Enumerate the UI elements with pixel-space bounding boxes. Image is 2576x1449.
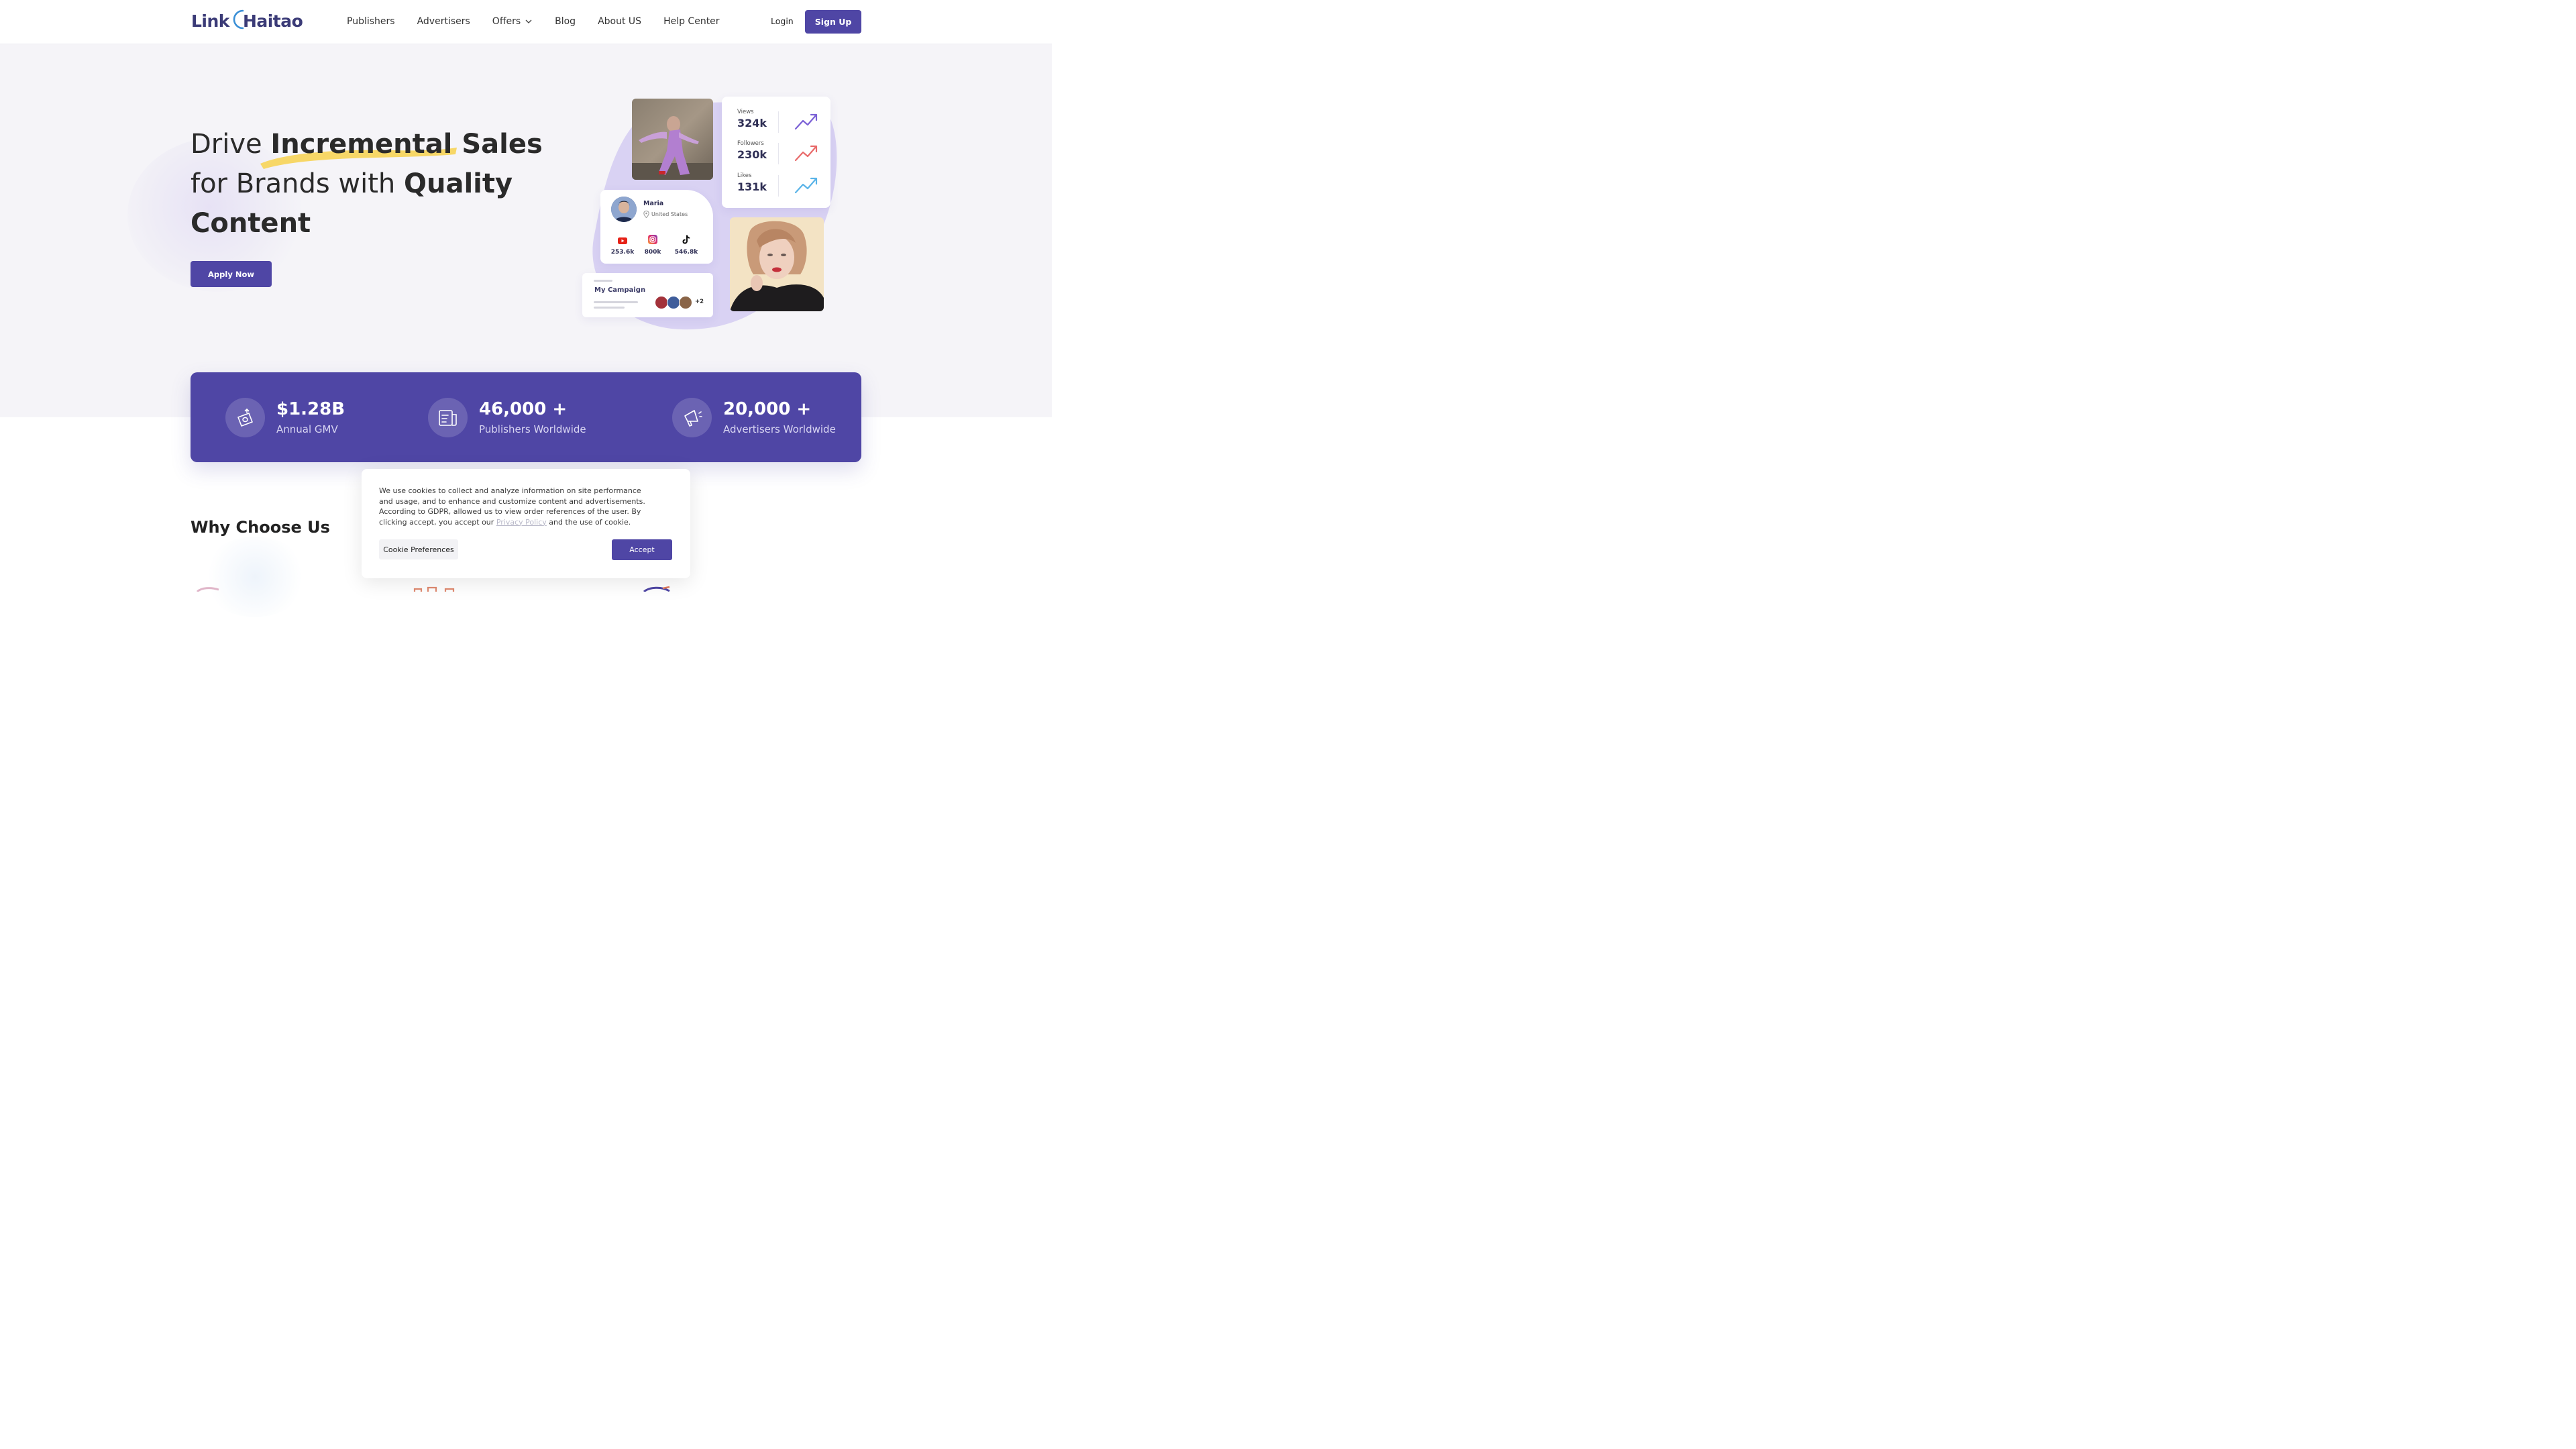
campaign-card: My Campaign +2 [582, 273, 713, 317]
avatar [655, 296, 668, 309]
instagram-stat: 800k [639, 234, 666, 256]
avatar [611, 197, 637, 222]
profile-location: United States [643, 211, 688, 218]
campaign-title: My Campaign [594, 286, 646, 294]
stat-likes: Likes 131k [737, 172, 824, 199]
cookie-consent-dialog: We use cookies to collect and analyze in… [362, 469, 690, 578]
nav-offers[interactable]: Offers [492, 13, 533, 30]
logo-text-haitao: Haitao [242, 11, 303, 31]
apply-now-button[interactable]: Apply Now [191, 261, 272, 287]
profile-name: Maria [643, 200, 664, 207]
login-link[interactable]: Login [771, 16, 794, 26]
nav-about[interactable]: About US [598, 13, 641, 30]
accept-cookies-button[interactable]: Accept [612, 539, 672, 560]
trend-up-icon [794, 113, 818, 130]
location-pin-icon [643, 211, 649, 218]
nav-blog[interactable]: Blog [555, 13, 576, 30]
publisher-icon [428, 398, 468, 437]
avatar [667, 296, 680, 309]
chevron-down-icon [525, 19, 532, 23]
money-icon [225, 398, 265, 437]
youtube-stat: 253.6k [609, 234, 636, 256]
logo-text-link: Link [191, 11, 229, 31]
youtube-icon [618, 237, 627, 244]
influencer-photo-portrait [730, 217, 824, 311]
instagram-icon [648, 235, 657, 244]
nav-publishers[interactable]: Publishers [347, 13, 395, 30]
hero-headline: Drive Incremental Sales for Brands with … [191, 129, 543, 239]
stat-views: Views 324k [737, 109, 824, 136]
main-nav: Publishers Advertisers Offers Blog About… [347, 13, 742, 30]
site-header: Link Haitao Publishers Advertisers Offer… [0, 0, 1052, 44]
cookie-preferences-button[interactable]: Cookie Preferences [379, 539, 458, 559]
why-decor-blob [201, 537, 309, 617]
influencer-profile-card: Maria United States 253.6k 800k 546.8k [600, 190, 713, 264]
megaphone-icon [672, 398, 712, 437]
stat-followers: Followers 230k [737, 140, 824, 167]
extra-members-count: +2 [695, 299, 704, 305]
stats-banner: $1.28B Annual GMV 46,000 + Publishers Wo… [191, 372, 861, 462]
trend-up-icon [794, 177, 818, 194]
logo-arc-icon [233, 9, 244, 30]
tiktok-stat: 546.8k [673, 234, 700, 256]
feature-icon [196, 587, 219, 592]
nav-help-center[interactable]: Help Center [663, 13, 720, 30]
trend-up-icon [794, 145, 818, 162]
stats-card: Views 324k Followers 230k Likes 131k [722, 97, 830, 208]
logo[interactable]: Link Haitao [191, 8, 303, 34]
signup-button[interactable]: Sign Up [805, 10, 861, 34]
privacy-policy-link[interactable]: Privacy Policy [496, 518, 547, 527]
cookie-message: We use cookies to collect and analyze in… [379, 486, 645, 527]
avatar [679, 296, 692, 309]
feature-icon [413, 586, 455, 592]
why-choose-us-heading: Why Choose Us [191, 518, 330, 537]
tiktok-icon [682, 235, 690, 244]
feature-icon [643, 586, 670, 592]
nav-advertisers[interactable]: Advertisers [417, 13, 470, 30]
influencer-photo-dancer [632, 99, 713, 180]
